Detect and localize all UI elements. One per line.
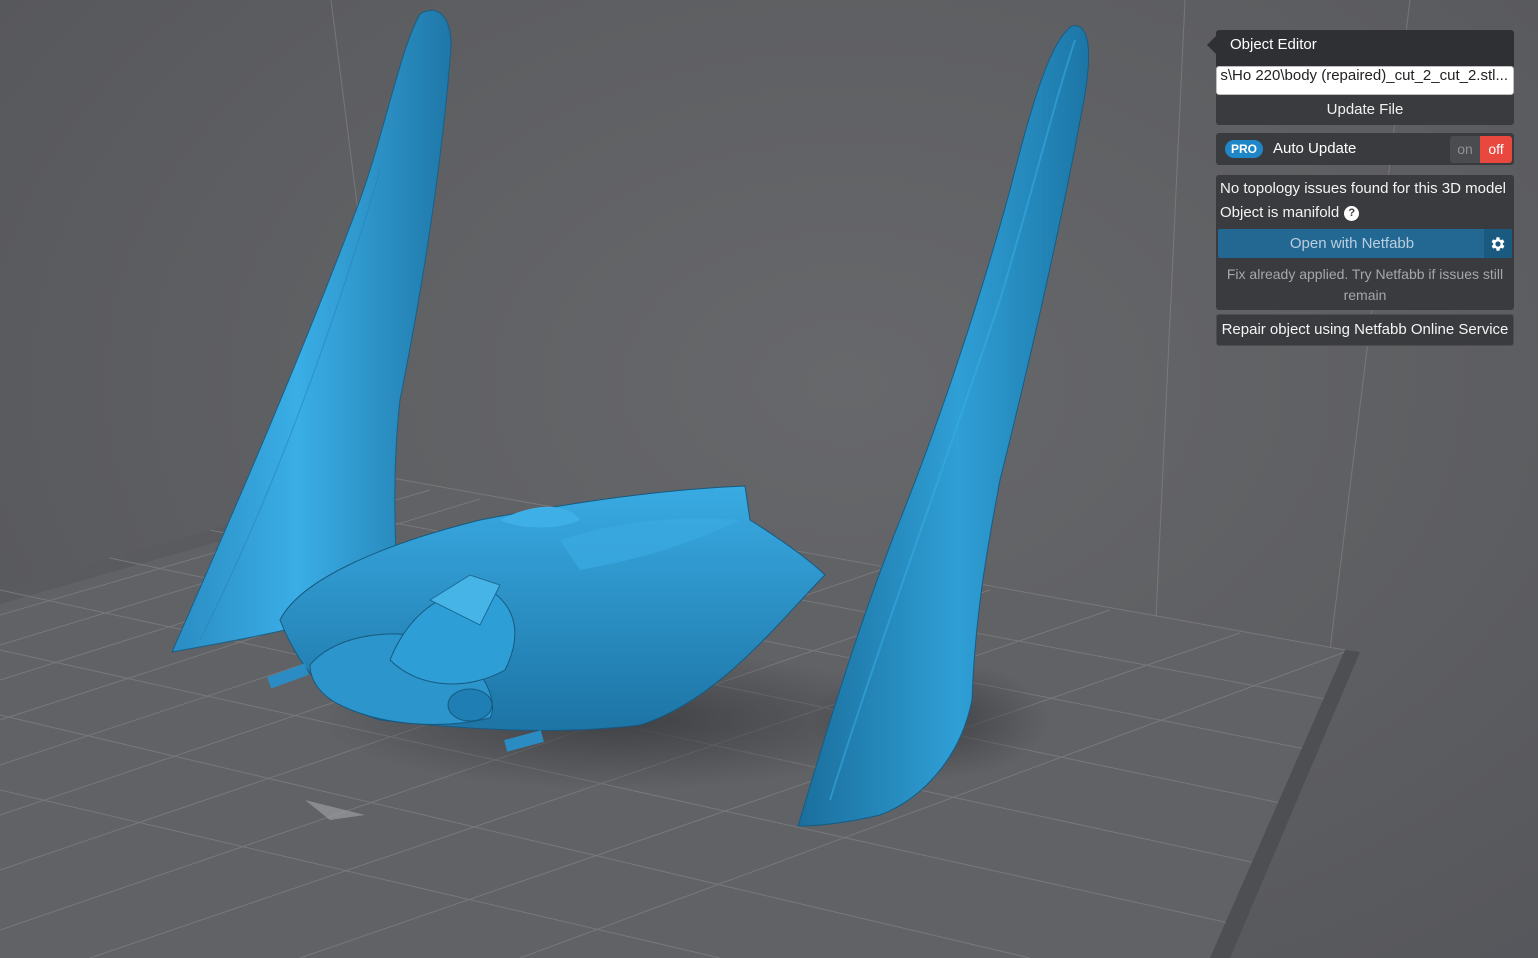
question-icon[interactable]: ?: [1344, 206, 1360, 221]
object-editor-panel: Object Editor ...s\Ho 220\body (repaired…: [1207, 30, 1514, 346]
pro-badge: PRO: [1225, 140, 1264, 158]
file-section: ...s\Ho 220\body (repaired)_cut_2_cut_2.…: [1216, 62, 1514, 95]
auto-update-row: PRO Auto Update on off: [1216, 133, 1514, 165]
panel-title: Object Editor: [1216, 30, 1514, 62]
repair-online-button[interactable]: Repair object using Netfabb Online Servi…: [1216, 314, 1514, 346]
panel-pointer: [1207, 36, 1216, 54]
topology-message: No topology issues found for this 3D mod…: [1220, 180, 1506, 197]
manifold-message: Object is manifold: [1220, 204, 1340, 221]
update-file-button[interactable]: Update File: [1216, 95, 1514, 125]
gear-icon[interactable]: [1484, 229, 1512, 258]
auto-update-toggle[interactable]: on off: [1450, 136, 1512, 163]
open-netfabb-label: Open with Netfabb: [1289, 235, 1415, 252]
fix-applied-note: Fix already applied. Try Netfabb if issu…: [1226, 266, 1504, 303]
file-path-field[interactable]: ...s\Ho 220\body (repaired)_cut_2_cut_2.…: [1216, 66, 1514, 95]
open-netfabb-button[interactable]: Open with Netfabb: [1218, 229, 1512, 258]
topology-panel: No topology issues found for this 3D mod…: [1216, 175, 1514, 310]
toggle-on-option[interactable]: on: [1450, 136, 1480, 163]
toggle-off-option[interactable]: off: [1480, 136, 1512, 163]
auto-update-label: Auto Update: [1273, 140, 1357, 157]
manifold-row: Object is manifold?: [1216, 201, 1514, 225]
